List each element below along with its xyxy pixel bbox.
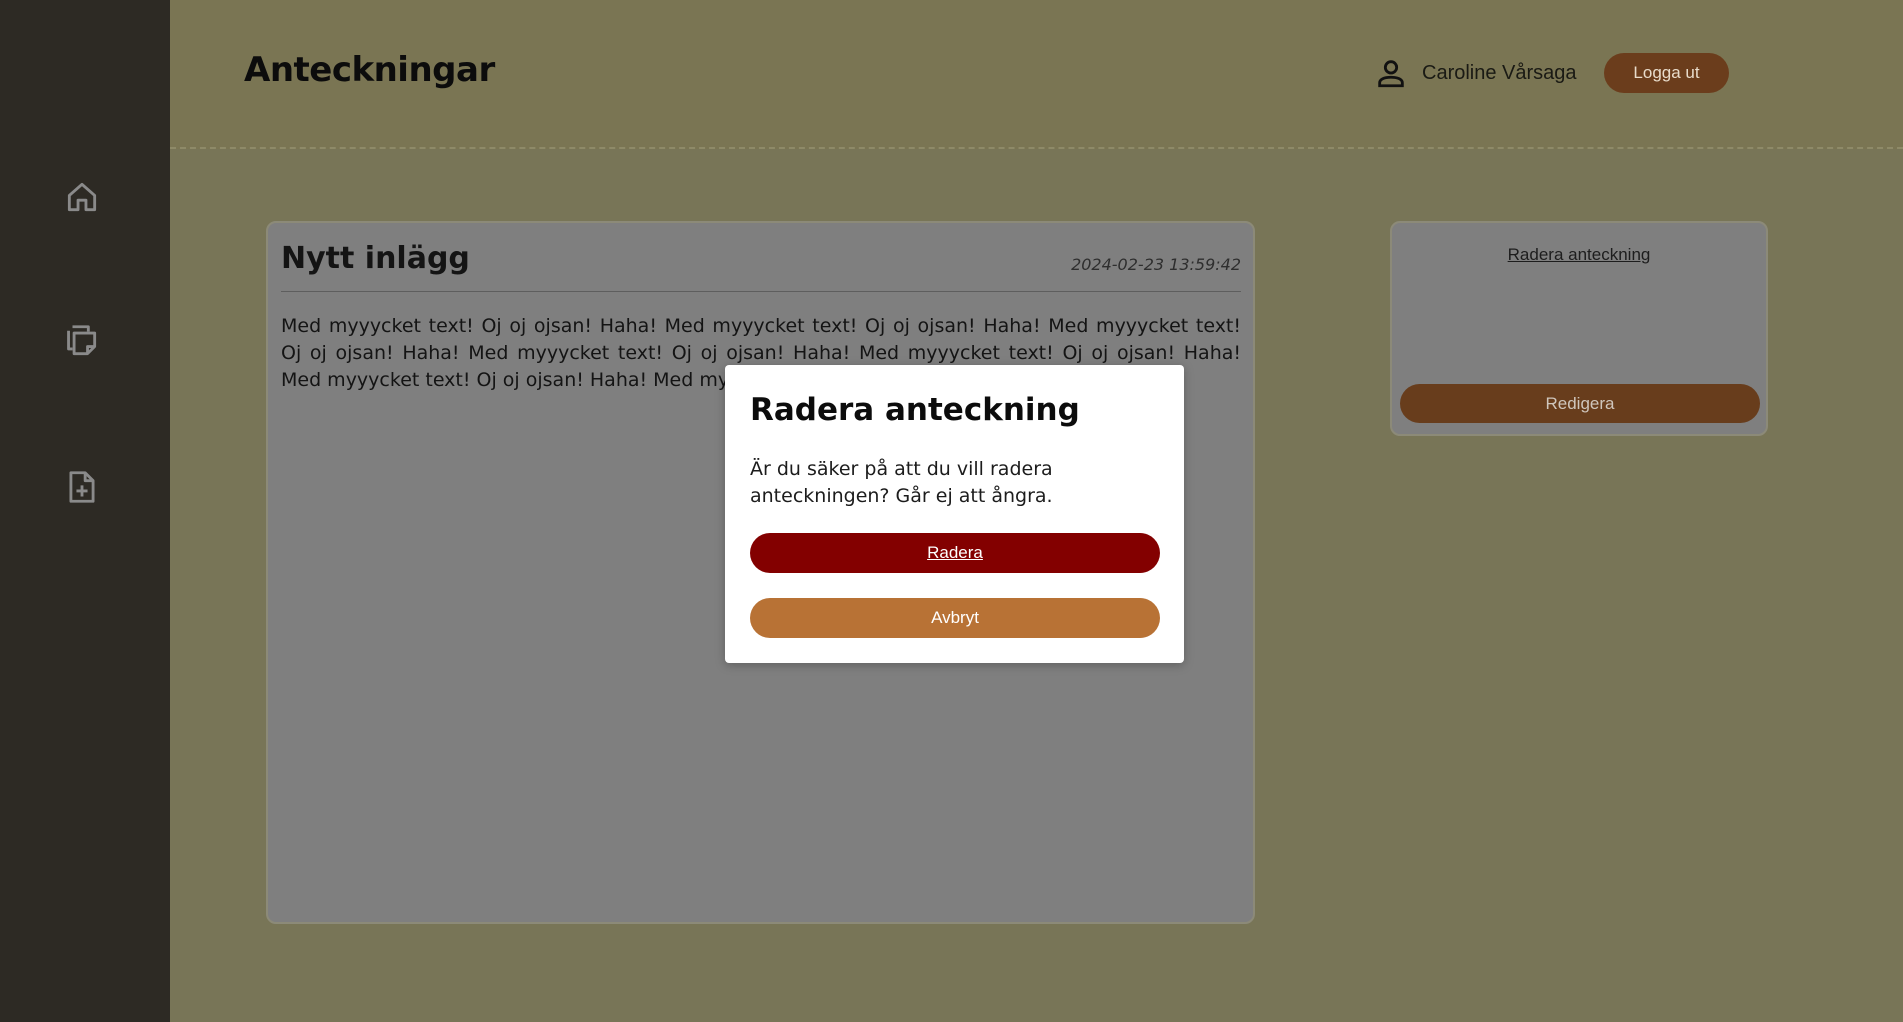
sidebar-item-new-note[interactable] (58, 463, 106, 511)
new-note-icon (69, 471, 95, 503)
app-title: Anteckningar (244, 50, 495, 90)
sidebar-item-notes[interactable] (58, 317, 106, 365)
sidebar (0, 0, 170, 1022)
confirm-delete-button[interactable]: Radera (750, 533, 1160, 573)
user-info: Caroline Vårsaga (1374, 56, 1577, 90)
user-icon (1378, 60, 1404, 88)
header: Anteckningar Caroline Vårsaga Logga ut (170, 0, 1903, 149)
edit-button[interactable]: Redigera (1400, 384, 1760, 423)
cancel-button[interactable]: Avbryt (750, 598, 1160, 638)
note-divider (281, 291, 1241, 292)
delete-confirm-dialog: Radera anteckning Är du säker på att du … (725, 365, 1184, 663)
user-name: Caroline Vårsaga (1422, 61, 1577, 84)
dialog-message: Är du säker på att du vill radera anteck… (750, 458, 1053, 507)
sidebar-item-home[interactable] (58, 173, 106, 221)
dialog-title: Radera anteckning (750, 392, 1080, 428)
notes-icon (67, 325, 97, 356)
note-date: 2024-02-23 13:59:42 (1071, 255, 1241, 274)
delete-note-link[interactable]: Radera anteckning (1392, 245, 1766, 265)
home-icon (67, 182, 97, 212)
note-actions-card: Radera anteckning Redigera (1390, 221, 1768, 436)
note-title: Nytt inlägg (281, 241, 470, 276)
logout-button[interactable]: Logga ut (1604, 53, 1729, 93)
